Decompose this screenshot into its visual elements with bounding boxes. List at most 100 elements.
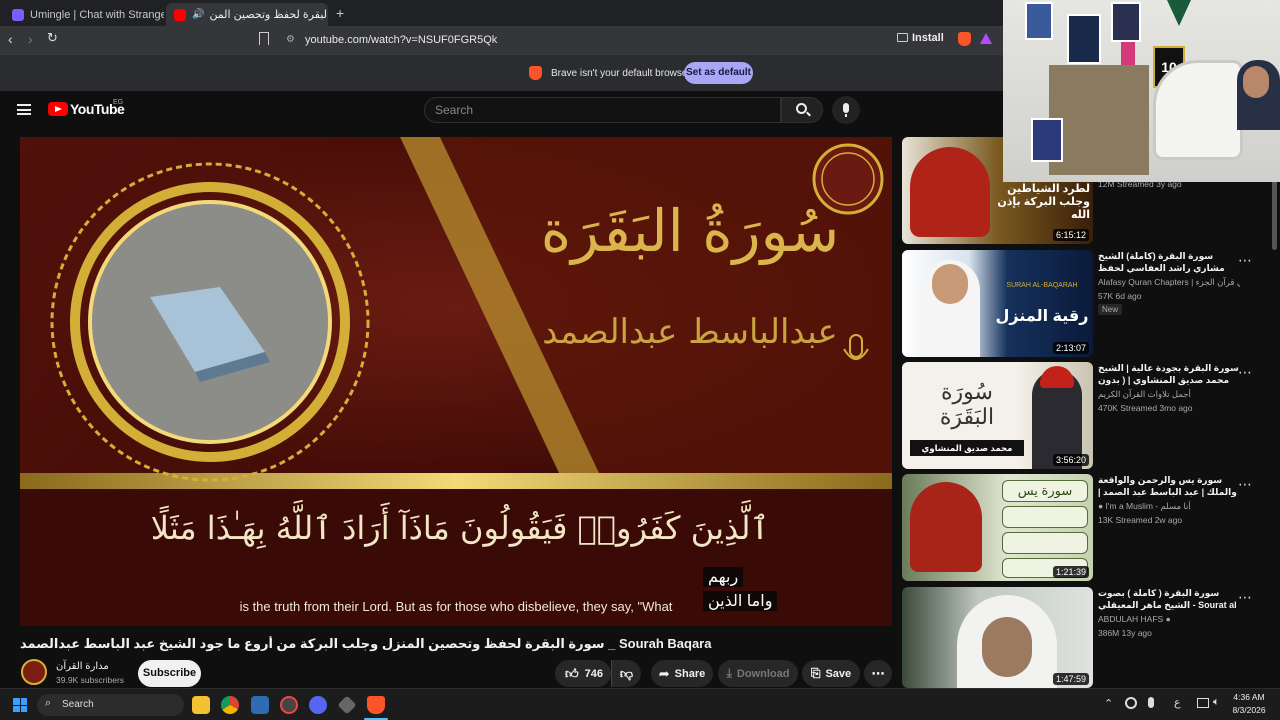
app-icon[interactable]	[280, 696, 298, 714]
audio-playing-icon[interactable]: 🔊	[192, 9, 204, 20]
channel-name[interactable]: مدارة القرآن	[56, 661, 126, 672]
like-count: 746	[584, 667, 603, 680]
forward-icon[interactable]: ›	[28, 31, 33, 47]
clock-time[interactable]: 4:36 AM	[1230, 692, 1268, 702]
reload-icon[interactable]: ↻	[47, 30, 58, 46]
duration-badge: 6:15:12	[1052, 229, 1089, 241]
thumbs-down-icon: 👎︎	[619, 665, 634, 681]
video-player[interactable]: سُورَةُ البَقَرَة عبدالباسط عبدالصمد ٱلَ…	[20, 137, 892, 626]
more-vert-icon[interactable]: ⋯	[1238, 476, 1252, 493]
site-info-icon[interactable]: ⚙	[286, 29, 295, 51]
input-language[interactable]: ع	[1174, 696, 1181, 709]
install-button[interactable]: Install	[912, 32, 944, 44]
thumbnail-text: محمد صديق المنشاوي	[910, 440, 1024, 456]
video-title[interactable]: سورة يس والرحمن والواقعة والملك | عبد ال…	[1098, 474, 1240, 498]
app-icon[interactable]	[251, 696, 269, 714]
search-input[interactable]: Search	[424, 97, 781, 123]
more-vert-icon[interactable]: ⋯	[1238, 252, 1252, 269]
discord-icon[interactable]	[309, 696, 327, 714]
brave-rewards-icon[interactable]	[980, 33, 992, 44]
channel-name-text: I'm a Muslim - أنا مسلم	[1105, 501, 1191, 511]
verse-arabic-text: ٱلَّذِينَ كَفَرُوا۟ فَيَقُولُونَ مَاذَآ …	[150, 509, 770, 547]
taskbar-search-box[interactable]: ⌕ Search	[37, 694, 184, 716]
brave-shields-icon[interactable]	[958, 32, 971, 46]
menu-icon[interactable]	[17, 104, 31, 115]
video-title[interactable]: سورة البقرة (كاملة) الشيخ مشاري راشد الع…	[1098, 250, 1240, 274]
subscribe-button[interactable]: Subscribe	[138, 660, 201, 687]
video-title[interactable]: سورة البقرة ( كاملة ) بصوت الشيخ ماهر ال…	[1098, 587, 1240, 611]
tray-app-icon[interactable]	[1125, 697, 1137, 709]
tab-umingle[interactable]: Umingle | Chat with Strangers Instan	[4, 3, 164, 26]
thumbnail-text: لطرد الشياطين وجلب البركة بإذن الله	[997, 183, 1090, 221]
video-title: سورة البقرة لحفظ وتحصين المنزل وجلب البر…	[20, 636, 712, 651]
volume-icon[interactable]: 🔈︎	[1213, 696, 1220, 709]
subtitle-line-2: واما الذين	[703, 591, 778, 611]
more-vert-icon[interactable]: ⋯	[1238, 364, 1252, 381]
download-button[interactable]: ⤓ Download	[718, 660, 798, 687]
like-button[interactable]: 👍︎ 746	[555, 660, 611, 687]
video-thumbnail[interactable]: سورة يس 1:21:39	[902, 474, 1093, 581]
youtube-favicon-icon	[174, 8, 186, 21]
search-button[interactable]	[781, 97, 823, 123]
recommendation-item[interactable]: SURAH AL-BAQARAH رقية المنزل 2:13:07 سور…	[902, 250, 1274, 357]
duration-badge: 1:47:59	[1052, 673, 1089, 685]
video-thumbnail[interactable]: 1:47:59	[902, 587, 1093, 688]
voice-search-button[interactable]	[832, 96, 860, 124]
file-explorer-icon[interactable]	[192, 696, 210, 714]
subscriber-count: 39.9K subscribers	[56, 675, 125, 685]
thumbnail-text: سورة يس	[1002, 480, 1088, 502]
channel-name[interactable]: Alafasy Quran Chapters | العفاسي قرآن ال…	[1098, 277, 1240, 288]
taskbar-search-label: Search	[62, 699, 94, 710]
install-icon	[897, 33, 908, 42]
new-tab-icon[interactable]: +	[336, 5, 344, 21]
windows-start-icon[interactable]	[13, 698, 27, 712]
channel-name[interactable]: ● I'm a Muslim - أنا مسلم	[1098, 501, 1240, 512]
thumbnail-subtext: SURAH AL-BAQARAH	[1006, 282, 1078, 289]
bookmark-icon[interactable]	[259, 32, 269, 45]
address-field[interactable]: ⚙ youtube.com/watch?v=NSUF0FGR5Qk	[278, 29, 996, 51]
search-icon: ⌕	[45, 697, 52, 709]
tab-title: Umingle | Chat with Strangers Instan	[30, 8, 164, 21]
channel-name[interactable]: أجمل تلاوات القرآن الكريم	[1098, 389, 1240, 400]
tab-title: سورة البقرة لحفظ وتحصين المن	[209, 9, 328, 21]
tab-youtube[interactable]: 🔊 سورة البقرة لحفظ وتحصين المن ✕	[166, 3, 328, 26]
brave-logo-icon	[529, 66, 542, 80]
overlay-surah-title: سُورَةُ البَقَرَة	[540, 197, 840, 265]
download-label: Download	[736, 667, 790, 680]
video-title[interactable]: سورة البقرة بجودة عالية | الشيخ محمد صدي…	[1098, 362, 1240, 386]
verified-icon: ●	[1098, 501, 1104, 511]
verified-icon: ●	[1165, 614, 1171, 624]
share-label: Share	[674, 667, 706, 680]
chevron-up-icon[interactable]: ⌃	[1104, 697, 1113, 710]
channel-avatar[interactable]	[21, 659, 47, 685]
recommendation-item[interactable]: سورة يس 1:21:39 سورة يس والرحمن والواقعة…	[902, 474, 1274, 581]
save-button[interactable]: ⎘ Save	[802, 660, 860, 687]
duration-badge: 2:13:07	[1052, 342, 1089, 354]
video-thumbnail[interactable]: سُورَة البَقَرَة محمد صديق المنشاوي 3:56…	[902, 362, 1093, 469]
app-icon[interactable]	[337, 695, 357, 715]
clock-date[interactable]: 8/3/2026	[1230, 705, 1268, 715]
more-vert-icon[interactable]: ⋯	[1238, 589, 1252, 606]
save-playlist-icon: ⎘	[810, 666, 821, 680]
microphone-icon[interactable]	[1148, 697, 1154, 708]
download-icon: ⤓	[726, 666, 732, 680]
recommendation-item[interactable]: سُورَة البَقَرَة محمد صديق المنشاوي 3:56…	[902, 362, 1274, 469]
search-placeholder: Search	[435, 103, 474, 117]
network-icon[interactable]	[1197, 698, 1209, 708]
recommendation-item[interactable]: 1:47:59 سورة البقرة ( كاملة ) بصوت الشيخ…	[902, 587, 1274, 688]
back-icon[interactable]: ‹	[8, 31, 13, 47]
video-thumbnail[interactable]: SURAH AL-BAQARAH رقية المنزل 2:13:07	[902, 250, 1093, 357]
share-button[interactable]: ➦ Share	[651, 660, 713, 687]
more-actions-button[interactable]: ⋯	[864, 660, 892, 687]
chrome-icon[interactable]	[221, 696, 239, 714]
dislike-button[interactable]: 👎︎	[611, 660, 641, 687]
brave-browser-icon[interactable]	[367, 696, 385, 714]
video-meta: 13K Streamed 2w ago	[1098, 515, 1183, 525]
youtube-logo-icon[interactable]	[48, 102, 68, 116]
duration-badge: 3:56:20	[1052, 454, 1089, 466]
webcam-overlay: 10	[1003, 0, 1280, 182]
new-badge: New	[1098, 304, 1123, 315]
duration-badge: 1:21:39	[1052, 566, 1089, 578]
channel-name[interactable]: ABDULAH HAFS ●	[1098, 614, 1240, 624]
set-default-button[interactable]: Set as default	[684, 62, 753, 84]
